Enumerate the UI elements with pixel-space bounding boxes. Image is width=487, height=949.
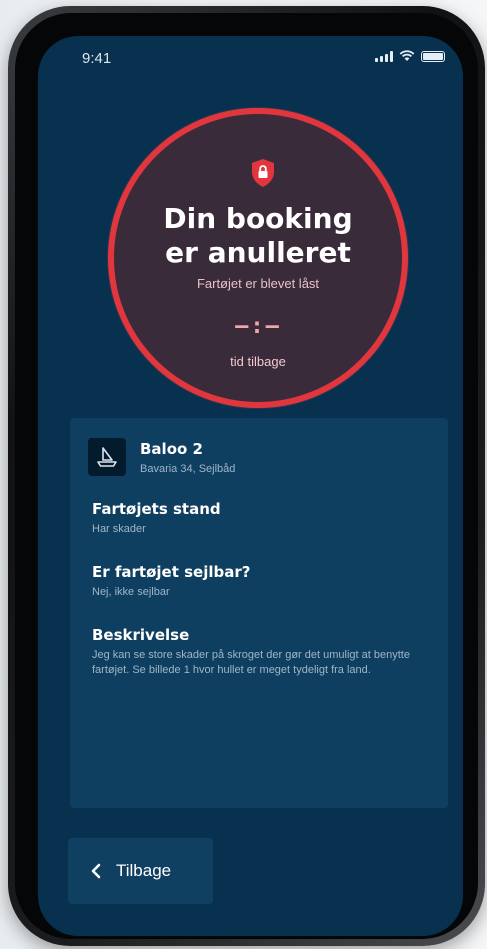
section-title: Beskrivelse xyxy=(92,626,190,644)
boat-name: Baloo 2 xyxy=(140,440,203,458)
locked-subtitle: Fartøjet er blevet låst xyxy=(196,276,320,291)
boat-avatar xyxy=(88,438,126,476)
back-button-label: Tilbage xyxy=(116,861,172,880)
section-value: Nej, ikke sejlbar xyxy=(92,586,170,598)
title-line-2: er anulleret xyxy=(165,236,351,269)
status-icons xyxy=(375,50,445,62)
section-title: Fartøjets stand xyxy=(92,500,221,518)
section-value: Jeg kan se store skader på skroget der g… xyxy=(92,649,410,676)
section-description: Beskrivelse Jeg kan se store skader på s… xyxy=(92,626,412,678)
back-button[interactable]: Tilbage xyxy=(68,838,213,904)
countdown-timer: —:— xyxy=(235,314,281,339)
battery-icon xyxy=(421,50,445,62)
booking-status-circle: Din booking er anulleret Fartøjet er ble… xyxy=(108,108,408,408)
countdown-label: tid tilbage xyxy=(230,354,286,369)
cancellation-title: Din booking er anulleret xyxy=(114,202,402,270)
boat-type: Bavaria 34, Sejlbåd xyxy=(140,463,236,475)
section-value: Har skader xyxy=(92,523,146,535)
signal-icon xyxy=(375,50,393,62)
app-screen: 9:41 Din booking er anulleret Fartøjet e… xyxy=(38,36,463,936)
section-title: Er fartøjet sejlbar? xyxy=(92,563,251,581)
status-bar: 9:41 xyxy=(38,36,463,82)
chevron-left-icon xyxy=(91,863,101,879)
section-seaworthy: Er fartøjet sejlbar? Nej, ikke sejlbar xyxy=(92,563,432,600)
sailboat-icon xyxy=(97,447,117,467)
section-condition: Fartøjets stand Har skader xyxy=(92,500,432,537)
status-time: 9:41 xyxy=(82,50,112,67)
lock-shield-icon xyxy=(252,159,274,187)
wifi-icon xyxy=(399,50,415,61)
boat-info-card: Baloo 2 Bavaria 34, Sejlbåd Fartøjets st… xyxy=(70,418,448,808)
title-line-1: Din booking xyxy=(163,202,353,235)
phone-frame: 9:41 Din booking er anulleret Fartøjet e… xyxy=(8,6,485,946)
